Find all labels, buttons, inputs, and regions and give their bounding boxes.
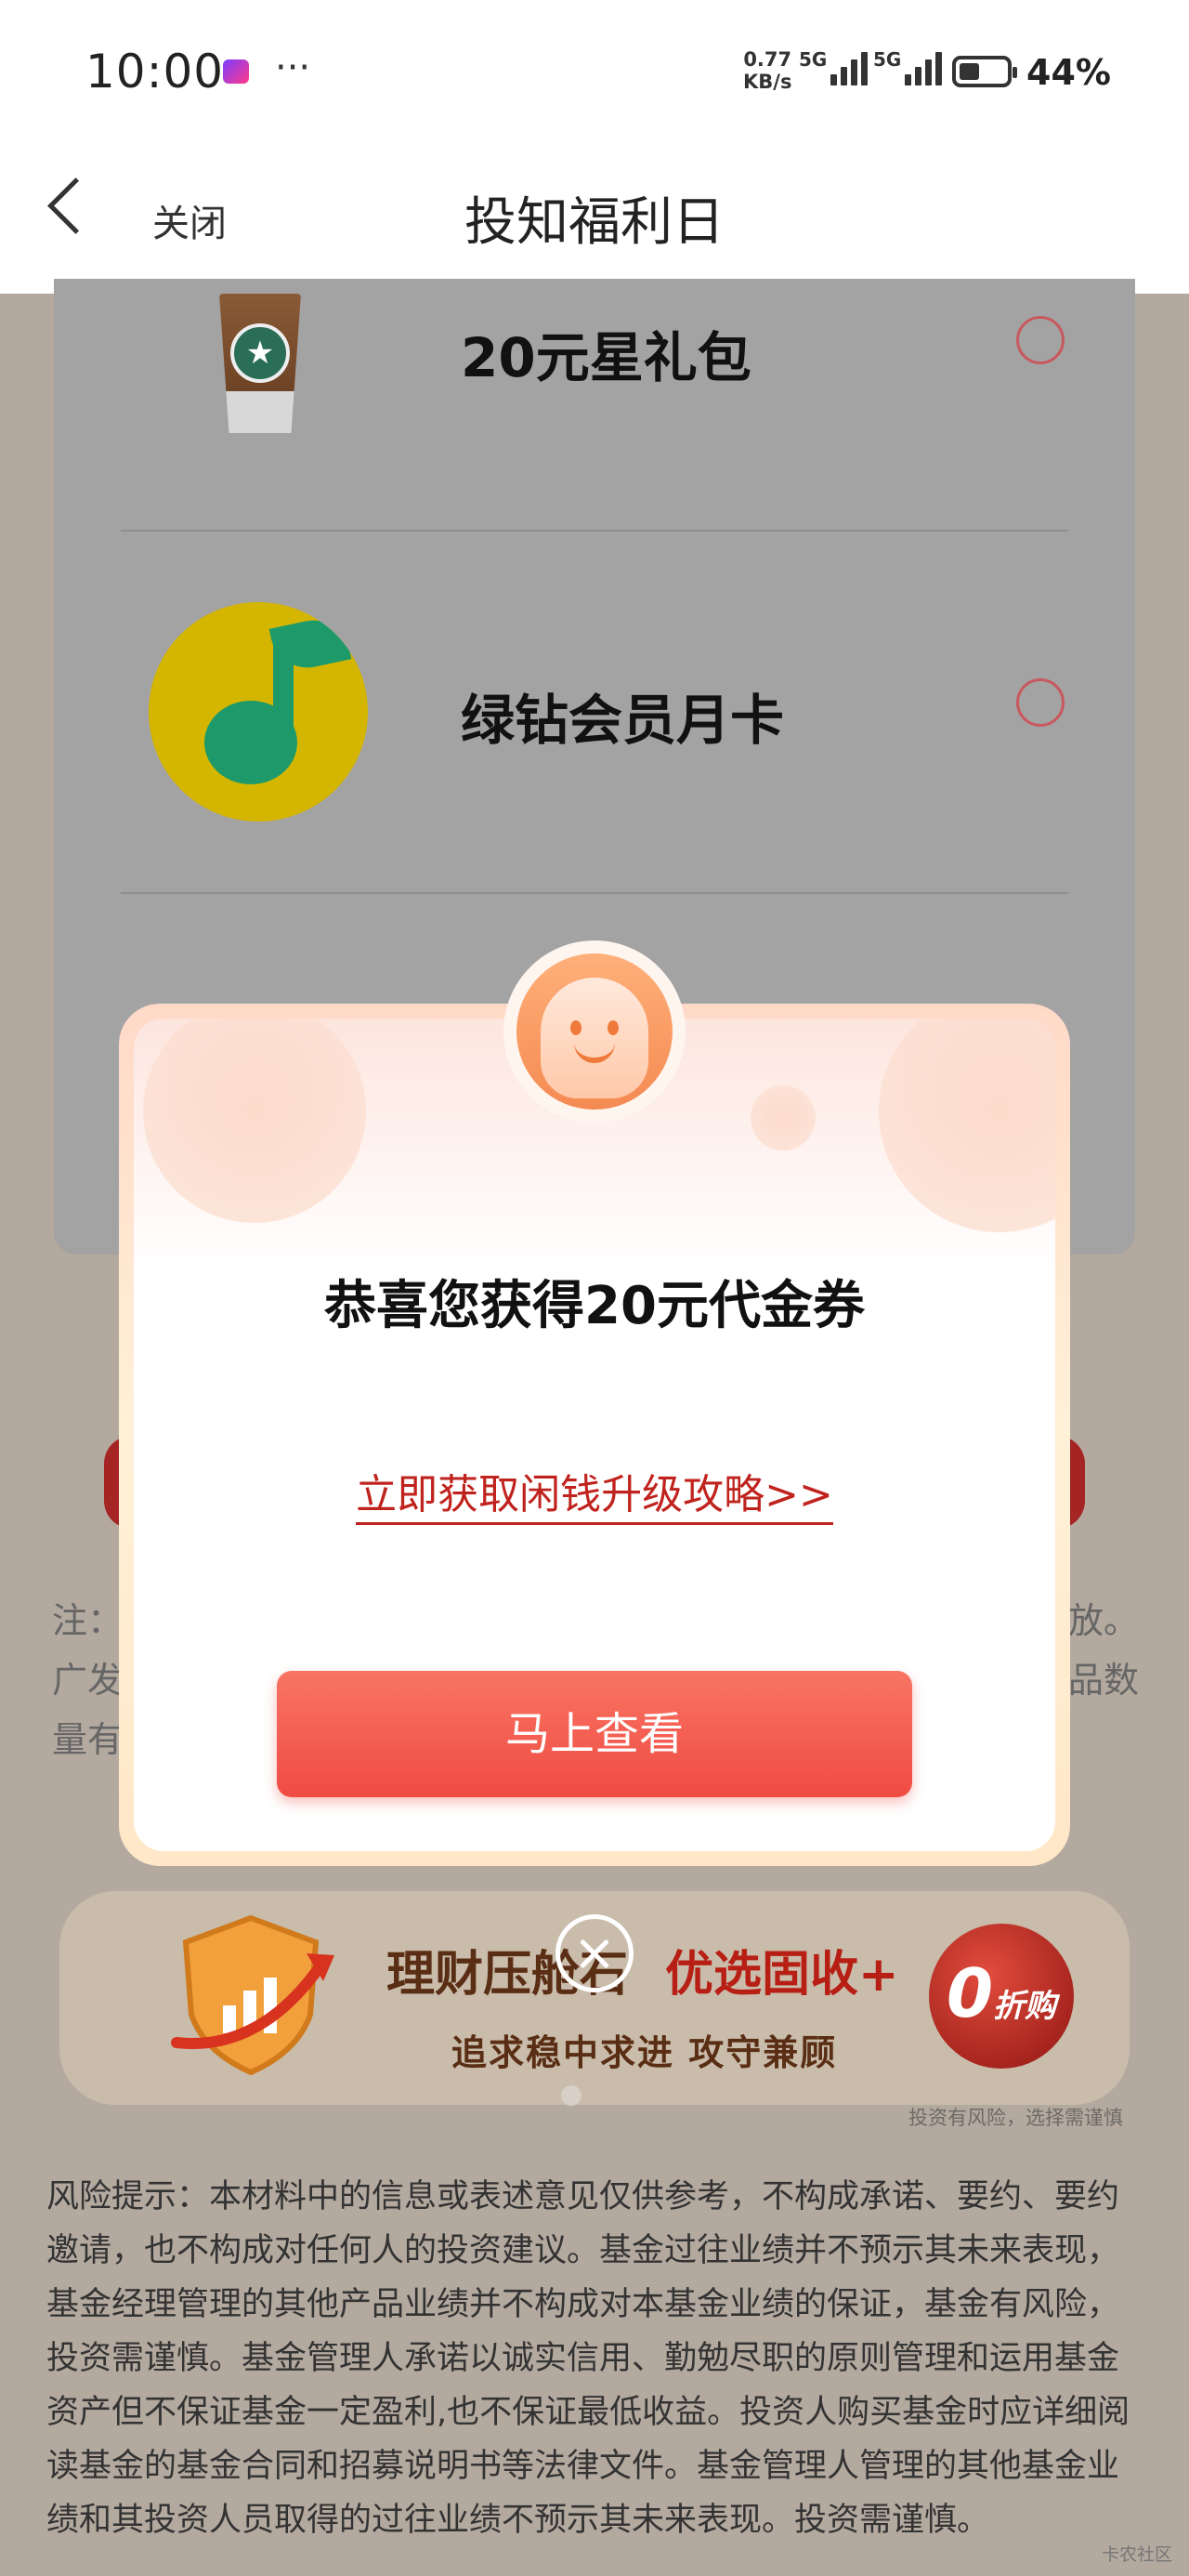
banner-risk-text: 投资有风险，选择需谨慎 — [908, 2107, 1123, 2129]
divider — [121, 892, 1068, 894]
upgrade-strategy-link[interactable]: 立即获取闲钱升级攻略>> — [119, 1461, 1070, 1525]
decor-bubble — [751, 1085, 816, 1150]
app-notification-icon — [223, 59, 249, 84]
banner-title-highlight: 优选固收+ — [665, 1947, 899, 2003]
battery-level — [960, 63, 980, 80]
divider — [121, 530, 1068, 532]
badge-number: 0 — [946, 1954, 994, 2032]
sim2-label: 5G — [873, 48, 902, 71]
sim1-label: 5G — [799, 48, 828, 71]
network-speed-unit: KB/s — [743, 71, 792, 93]
banner-subtitle: 追求稳中求进 攻守兼顾 — [451, 2032, 838, 2073]
decor-bubble — [879, 1019, 1055, 1232]
note-text: 品数 — [1068, 1660, 1140, 1701]
discount-badge: 0折购 — [929, 1924, 1074, 2069]
modal-title: 恭喜您获得20元代金券 — [324, 1276, 865, 1336]
prize-name: 20元星礼包 — [461, 326, 751, 389]
note-text: 放。 — [1068, 1600, 1140, 1641]
signal-icon — [905, 48, 943, 85]
sim1-signal: 5G — [799, 48, 869, 85]
network-speed: 0.77 KB/s — [743, 48, 791, 93]
prize-radio[interactable] — [1016, 678, 1065, 727]
coffee-cup-icon: ★ — [212, 288, 308, 437]
prize-name: 绿钻会员月卡 — [461, 689, 785, 752]
watermark: 卡农社区 — [1102, 2544, 1173, 2565]
shield-chart-icon — [171, 1914, 334, 2076]
more-notifications-icon: ··· — [275, 46, 311, 89]
note-text: 注： — [52, 1600, 124, 1641]
battery-percent: 44% — [1026, 52, 1111, 93]
carousel-indicator — [561, 2085, 581, 2106]
sim2-signal: 5G — [873, 48, 943, 85]
view-now-button[interactable]: 马上查看 — [277, 1671, 912, 1797]
network-speed-value: 0.77 — [743, 48, 792, 71]
page-title: 投知福利日 — [464, 192, 725, 253]
close-icon[interactable] — [555, 1914, 634, 1992]
music-note-icon — [149, 602, 368, 821]
decor-bubble — [143, 1019, 366, 1223]
battery-icon — [952, 56, 1017, 87]
signal-icon — [830, 48, 869, 85]
status-time: 10:00 — [85, 45, 225, 99]
note-text: 广发 — [52, 1660, 124, 1701]
prize-radio[interactable] — [1016, 316, 1065, 364]
link-text[interactable]: 立即获取闲钱升级攻略>> — [356, 1471, 833, 1525]
smile-icon — [503, 940, 686, 1123]
risk-notice: 风险提示：本材料中的信息或表述意见仅供参考，不构成承诺、要约、要约邀请，也不构成… — [46, 2178, 1130, 2539]
note-text: 量有 — [52, 1719, 124, 1760]
badge-text: 折购 — [993, 1988, 1057, 2025]
